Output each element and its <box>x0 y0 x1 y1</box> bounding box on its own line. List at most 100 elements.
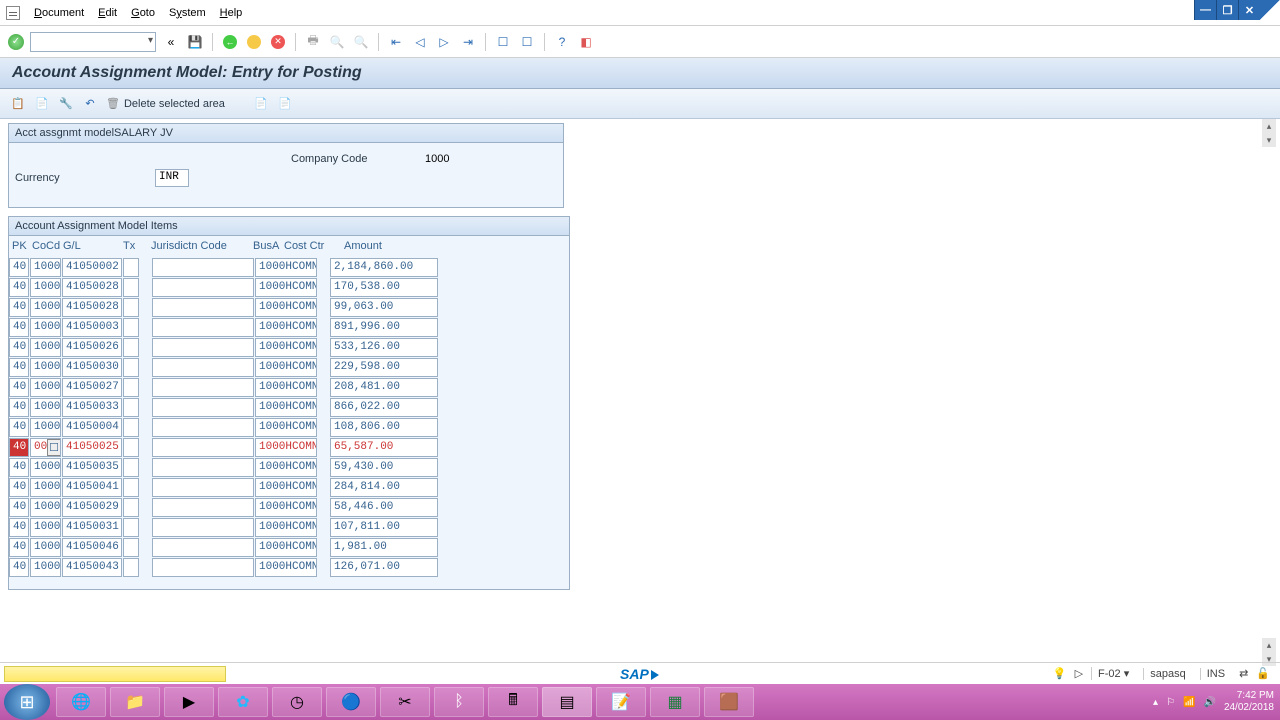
table-row[interactable]: 401000410500431000HCOMN126,071.00 <box>9 557 569 577</box>
cell-gl[interactable]: 41050028 <box>62 298 122 317</box>
cell-jurisdictn[interactable] <box>152 318 254 337</box>
copy-icon[interactable]: 📋 <box>10 96 26 112</box>
cell-amount[interactable]: 284,814.00 <box>330 478 438 497</box>
f4-help-icon[interactable]: ☐ <box>47 439 61 456</box>
cell-tx[interactable] <box>123 318 139 337</box>
cell-gl[interactable]: 41050041 <box>62 478 122 497</box>
tray-up-icon[interactable]: ▴ <box>1153 697 1158 708</box>
first-page-icon[interactable]: ⇤ <box>387 33 405 51</box>
cell-gl[interactable]: 41050003 <box>62 318 122 337</box>
cell-pk[interactable]: 40 <box>9 458 29 477</box>
currency-field[interactable]: INR <box>155 169 189 187</box>
cell-tx[interactable] <box>123 258 139 277</box>
cell-pk[interactable]: 40 <box>9 558 29 577</box>
cell-pk[interactable]: 40 <box>9 378 29 397</box>
cell-cocd[interactable]: 1000 <box>30 358 61 377</box>
cell-jurisdictn[interactable] <box>152 258 254 277</box>
shortcut-icon[interactable]: ☐ <box>518 33 536 51</box>
back-icon[interactable]: ← <box>221 33 239 51</box>
cell-jurisdictn[interactable] <box>152 418 254 437</box>
cell-busa-cc[interactable]: 1000HCOMN <box>255 398 317 417</box>
cell-cocd[interactable]: 1000 <box>30 318 61 337</box>
back-chevron-icon[interactable]: « <box>162 33 180 51</box>
table-row[interactable]: 401000410500041000HCOMN108,806.00 <box>9 417 569 437</box>
minimize-button[interactable]: — <box>1194 0 1216 20</box>
cell-jurisdictn[interactable] <box>152 278 254 297</box>
cell-gl[interactable]: 41050030 <box>62 358 122 377</box>
cell-jurisdictn[interactable] <box>152 298 254 317</box>
cell-cocd[interactable]: 1000 <box>30 518 61 537</box>
cell-pk[interactable]: 40 <box>9 278 29 297</box>
cell-cocd[interactable]: 1000 <box>30 378 61 397</box>
cell-amount[interactable]: 126,071.00 <box>330 558 438 577</box>
cell-pk[interactable]: 40 <box>9 318 29 337</box>
cell-cocd[interactable]: 1000 <box>30 258 61 277</box>
scroll-up-icon[interactable]: ▴ <box>1262 638 1276 652</box>
cell-amount[interactable]: 891,996.00 <box>330 318 438 337</box>
task-media[interactable]: ▶ <box>164 687 214 717</box>
company-code-field[interactable]: 1000 <box>425 153 459 165</box>
cell-gl[interactable]: 41050002 <box>62 258 122 277</box>
menu-edit[interactable]: Edit <box>98 7 117 19</box>
exit-icon[interactable] <box>245 33 263 51</box>
save-icon[interactable]: 💾 <box>186 33 204 51</box>
next-page-icon[interactable]: ▷ <box>435 33 453 51</box>
cell-jurisdictn[interactable] <box>152 558 254 577</box>
cell-cocd[interactable]: 1000 <box>30 498 61 517</box>
cell-tx[interactable] <box>123 278 139 297</box>
help-icon[interactable]: ? <box>553 33 571 51</box>
cell-busa-cc[interactable]: 1000HCOMN <box>255 358 317 377</box>
cell-pk[interactable]: 40 <box>9 358 29 377</box>
cell-busa-cc[interactable]: 1000HCOMN <box>255 258 317 277</box>
cell-tx[interactable] <box>123 518 139 537</box>
cell-tx[interactable] <box>123 358 139 377</box>
enter-icon[interactable]: ✓ <box>8 34 24 50</box>
maximize-button[interactable]: ❐ <box>1216 0 1238 20</box>
table-row[interactable]: 40100041050003 1000HCOMN 891,996.00 <box>9 317 569 337</box>
cell-busa-cc[interactable]: 1000HCOMN <box>255 558 317 577</box>
cell-amount[interactable]: 866,022.00 <box>330 398 438 417</box>
cell-amount[interactable]: 58,446.00 <box>330 498 438 517</box>
menu-help[interactable]: Help <box>220 7 243 19</box>
cell-gl[interactable]: 41050035 <box>62 458 122 477</box>
cell-pk[interactable]: 40 <box>9 438 29 457</box>
cell-pk[interactable]: 40 <box>9 398 29 417</box>
cell-jurisdictn[interactable] <box>152 398 254 417</box>
cell-amount[interactable]: 65,587.00 <box>330 438 438 457</box>
cell-amount[interactable]: 59,430.00 <box>330 458 438 477</box>
cell-busa-cc[interactable]: 1000HCOMN <box>255 298 317 317</box>
new-session-icon[interactable]: ☐ <box>494 33 512 51</box>
cell-amount[interactable]: 108,806.00 <box>330 418 438 437</box>
cell-busa-cc[interactable]: 1000HCOMN <box>255 338 317 357</box>
cell-cocd[interactable]: 00☐ <box>30 438 61 457</box>
task-ie[interactable]: 🌐 <box>56 687 106 717</box>
cell-busa-cc[interactable]: 1000HCOMN <box>255 318 317 337</box>
cell-tx[interactable] <box>123 378 139 397</box>
cell-busa-cc[interactable]: 1000HCOMN <box>255 538 317 557</box>
cell-gl[interactable]: 41050046 <box>62 538 122 557</box>
cell-tx[interactable] <box>123 478 139 497</box>
cell-jurisdictn[interactable] <box>152 378 254 397</box>
scroll-down-icon[interactable]: ▾ <box>1262 133 1276 147</box>
cell-pk[interactable]: 40 <box>9 478 29 497</box>
undo-icon[interactable]: ↶ <box>82 96 98 112</box>
cell-pk[interactable]: 40 <box>9 338 29 357</box>
cell-pk[interactable]: 40 <box>9 538 29 557</box>
cell-amount[interactable]: 533,126.00 <box>330 338 438 357</box>
cell-amount[interactable]: 107,811.00 <box>330 518 438 537</box>
table-row[interactable]: 401000410500281000HCOMN170,538.00 <box>9 277 569 297</box>
cell-busa-cc[interactable]: 1000HCOMN <box>255 518 317 537</box>
cell-tx[interactable] <box>123 438 139 457</box>
cell-gl[interactable]: 41050031 <box>62 518 122 537</box>
cell-gl[interactable]: 41050033 <box>62 398 122 417</box>
cell-busa-cc[interactable]: 1000HCOMN <box>255 278 317 297</box>
cell-cocd[interactable]: 1000 <box>30 278 61 297</box>
task-sap[interactable]: ▤ <box>542 687 592 717</box>
menu-document[interactable]: Document <box>34 7 84 19</box>
cell-pk[interactable]: 40 <box>9 498 29 517</box>
cell-jurisdictn[interactable] <box>152 478 254 497</box>
table-row[interactable]: 401000410500311000HCOMN107,811.00 <box>9 517 569 537</box>
tray-volume-icon[interactable]: 🔊 <box>1203 697 1215 708</box>
cancel-icon[interactable]: ✕ <box>269 33 287 51</box>
cell-tx[interactable] <box>123 298 139 317</box>
